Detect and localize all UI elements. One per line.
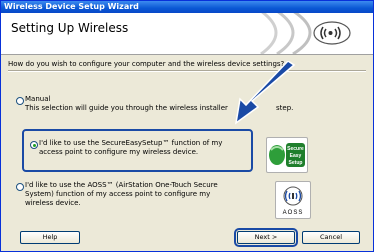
page-title: Setting Up Wireless [11, 21, 129, 35]
wizard-header: Setting Up Wireless [1, 13, 373, 55]
radio-aoss[interactable] [16, 183, 24, 191]
wizard-window: Wireless Device Setup Wizard Setting Up … [0, 0, 374, 252]
ses-logo-text-2: Easy [290, 153, 302, 159]
callout-arrow [234, 61, 296, 125]
help-button[interactable]: Help [20, 231, 80, 244]
divider [8, 70, 366, 72]
next-button[interactable]: Next > [234, 228, 298, 247]
option-aoss-line1: I'd like to use the AOSS™ (AirStation On… [25, 181, 218, 189]
option-aoss-line2: System) function of my access point to c… [25, 190, 211, 198]
cancel-button[interactable]: Cancel [302, 231, 360, 244]
wifi-icon [313, 21, 351, 45]
secureeasysetup-icon: Secure Easy Setup [269, 143, 305, 167]
selection-highlight-box [22, 129, 253, 172]
aoss-icon: AOSS [283, 186, 304, 216]
option-manual-label[interactable]: Manual [25, 95, 50, 104]
title-bar[interactable]: Wireless Device Setup Wizard [1, 1, 373, 13]
aoss-logo-text: AOSS [283, 210, 304, 216]
radio-manual[interactable] [16, 97, 24, 105]
window-title: Wireless Device Setup Wizard [4, 2, 139, 11]
ses-logo-text-3: Setup [289, 160, 303, 166]
aoss-logo: AOSS [275, 181, 311, 219]
option-aoss-label[interactable]: I'd like to use the AOSS™ (AirStation On… [25, 181, 255, 208]
option-aoss-line3: wireless device. [25, 199, 81, 207]
secureeasysetup-logo: Secure Easy Setup [266, 137, 308, 173]
option-manual-desc-text: This selection will guide you through th… [25, 104, 228, 112]
ses-logo-text-1: Secure [287, 146, 304, 152]
option-manual-title: Manual [25, 95, 51, 103]
